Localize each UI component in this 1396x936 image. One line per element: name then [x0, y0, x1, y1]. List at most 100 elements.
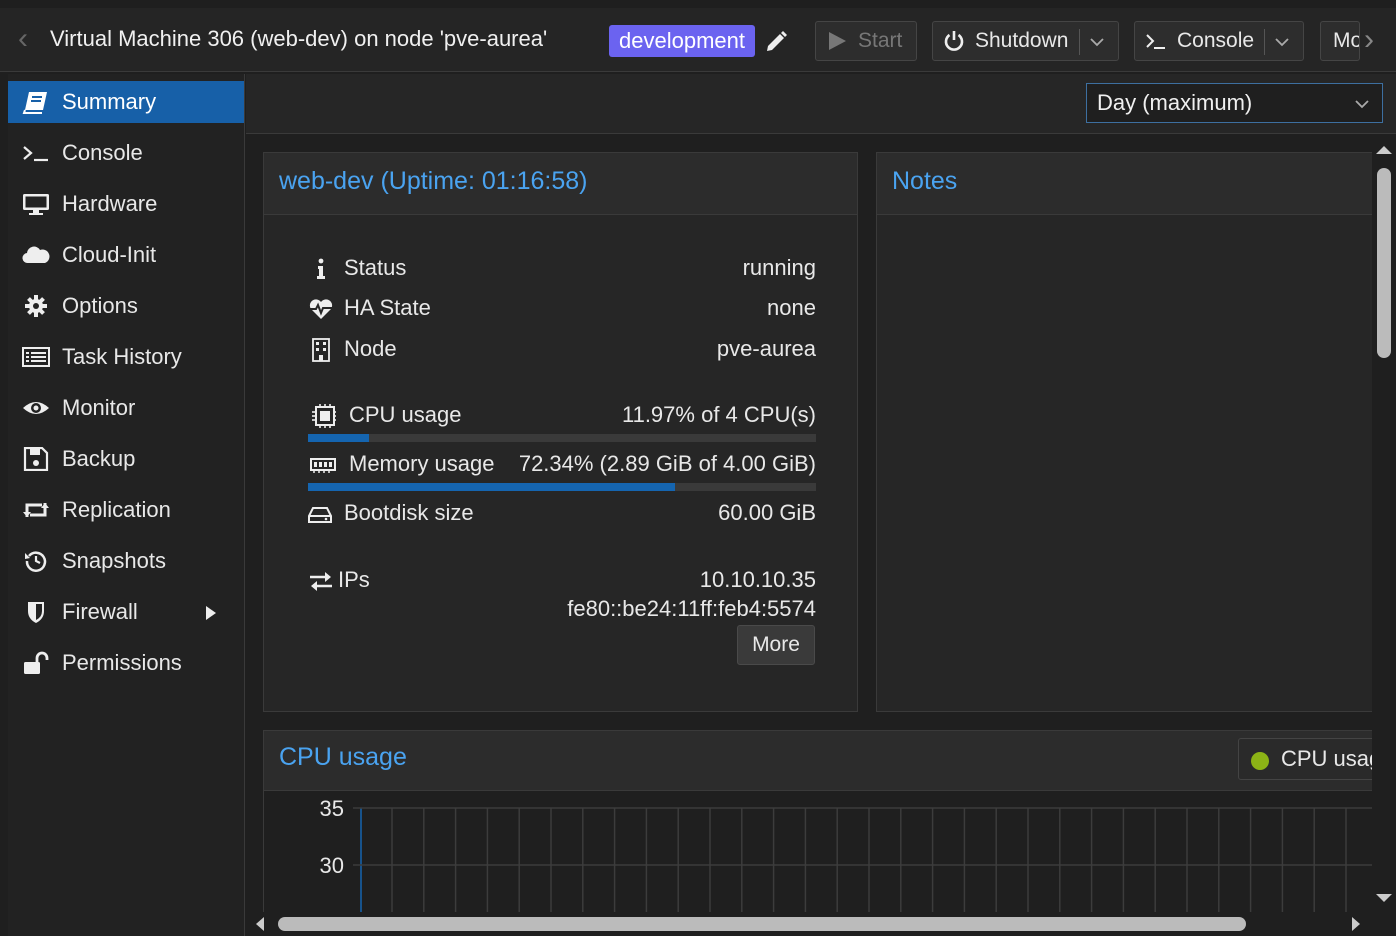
header-bar: ‹ Virtual Machine 306 (web-dev) on node … [0, 8, 1396, 72]
scroll-right-icon[interactable]: › [1364, 25, 1382, 56]
chevron-down-icon [1355, 100, 1369, 109]
sidebar-item-label: Permissions [62, 650, 182, 675]
status-label: Status [344, 255, 407, 280]
ha-state-value: none [767, 295, 816, 320]
play-icon [829, 32, 846, 50]
timeframe-value: Day (maximum) [1097, 90, 1253, 115]
sidebar-item-firewall[interactable]: Firewall [8, 591, 244, 633]
sidebar-item-label: Console [62, 140, 143, 165]
horizontal-scroll-thumb[interactable] [278, 917, 1246, 931]
scroll-right-arrow-icon[interactable] [1346, 912, 1366, 936]
divider [1079, 29, 1080, 55]
sidebar-item-label: Cloud-Init [62, 242, 157, 267]
ips-label: IPs [338, 567, 370, 592]
sidebar-item-console[interactable]: Console [8, 132, 244, 174]
ips-row: IPs 10.10.10.35 [308, 565, 816, 597]
sidebar-item-snapshots[interactable]: Snapshots [8, 540, 244, 582]
heartbeat-icon [309, 299, 333, 319]
start-label: Start [858, 29, 903, 52]
expand-arrow-icon[interactable] [204, 605, 218, 621]
bootdisk-row: Bootdisk size 60.00 GiB [308, 498, 816, 530]
more-menu-button[interactable]: Mo [1320, 21, 1360, 61]
chevron-down-icon[interactable] [1089, 34, 1105, 50]
memory-value: 72.34% (2.89 GiB of 4.00 GiB) [518, 451, 816, 476]
list-icon [22, 347, 50, 367]
more-menu-label: Mo [1333, 29, 1360, 52]
status-panel-header: web-dev (Uptime: 01:16:58) [264, 153, 857, 215]
timeframe-select[interactable]: Day (maximum) [1086, 83, 1383, 123]
start-button[interactable]: Start [815, 21, 917, 61]
legend-toggle-cpu[interactable]: CPU usage [1238, 738, 1372, 780]
sidebar-item-hardware[interactable]: Hardware [8, 183, 244, 225]
sidebar-item-summary[interactable]: Summary [8, 81, 244, 123]
sidebar-item-backup[interactable]: Backup [8, 438, 244, 480]
legend-dot [1251, 752, 1269, 770]
page-title: Virtual Machine 306 (web-dev) on node 'p… [50, 26, 548, 51]
status-row: Status running [308, 253, 816, 285]
notes-panel-title[interactable]: Notes [892, 167, 957, 196]
y-tick-label: 30 [320, 853, 344, 878]
shield-icon [28, 602, 44, 623]
sidebar-item-options[interactable]: Options [8, 285, 244, 327]
shutdown-button[interactable]: Shutdown [932, 21, 1119, 61]
sidebar-item-label: Snapshots [62, 548, 166, 573]
console-button[interactable]: Console [1134, 21, 1304, 61]
memory-label: Memory usage [349, 451, 495, 476]
sidebar-item-replication[interactable]: Replication [8, 489, 244, 531]
cpu-chart-title: CPU usage [279, 743, 407, 771]
ipv6-row: fe80::be24:11ff:feb4:5574 [308, 594, 816, 626]
node-row: Node pve-aurea [308, 334, 816, 366]
cpu-label: CPU usage [349, 402, 462, 427]
exchange-icon [310, 572, 332, 591]
cpu-usage-bar [308, 434, 816, 442]
more-ips-button[interactable]: More [737, 625, 815, 665]
ha-state-row: HA State none [308, 293, 816, 325]
memory-icon [310, 458, 336, 473]
pencil-icon[interactable] [764, 30, 788, 54]
status-panel-title: web-dev (Uptime: 01:16:58) [279, 167, 588, 195]
cpu-row: CPU usage 11.97% of 4 CPU(s) [308, 400, 816, 432]
cpu-usage-fill [308, 434, 369, 442]
sidebar-item-permissions[interactable]: Permissions [8, 642, 244, 684]
divider [1264, 29, 1265, 55]
tag-badge[interactable]: development [609, 25, 755, 57]
chevron-down-icon[interactable] [1274, 34, 1290, 50]
legend-label: CPU usage [1281, 746, 1372, 771]
horizontal-scrollbar[interactable] [246, 912, 1372, 936]
ha-state-label: HA State [344, 295, 431, 320]
memory-usage-fill [308, 483, 676, 491]
sidebar-item-label: Replication [62, 497, 171, 522]
hdd-icon [308, 507, 332, 523]
floppy-icon [23, 447, 49, 471]
vertical-scrollbar[interactable] [1372, 142, 1396, 912]
status-value: running [742, 255, 816, 280]
cloud-icon [22, 246, 50, 264]
cpu-icon [312, 404, 336, 428]
terminal-icon [1146, 34, 1165, 49]
unlock-icon [24, 651, 49, 674]
sidebar-item-cloud-init[interactable]: Cloud-Init [8, 234, 244, 276]
sidebar-item-label: Monitor [62, 395, 136, 420]
sidebar: Summary Console Hardware Cloud-Init Opti… [8, 74, 245, 936]
sidebar-item-label: Hardware [62, 191, 158, 216]
history-icon [25, 551, 47, 572]
sidebar-item-monitor[interactable]: Monitor [8, 387, 244, 429]
scroll-down-arrow-icon[interactable] [1372, 890, 1396, 906]
cpu-chart-header: CPU usage CPU usage [264, 731, 1372, 791]
sidebar-item-label: Backup [62, 446, 136, 471]
node-label: Node [344, 336, 397, 361]
cpu-value: 11.97% of 4 CPU(s) [621, 402, 816, 427]
scroll-left-icon[interactable]: ‹ [18, 24, 38, 54]
eye-icon [23, 402, 49, 414]
ipv4-value: 10.10.10.35 [699, 567, 816, 592]
building-icon [312, 338, 330, 362]
memory-row: Memory usage 72.34% (2.89 GiB of 4.00 Gi… [308, 449, 816, 481]
bootdisk-value: 60.00 GiB [718, 500, 816, 525]
status-panel: web-dev (Uptime: 01:16:58) Status runnin… [263, 152, 858, 712]
sidebar-item-task-history[interactable]: Task History [8, 336, 244, 378]
scroll-up-arrow-icon[interactable] [1372, 142, 1396, 158]
cpu-chart-panel: CPU usage CPU usage 35 30 [263, 730, 1372, 912]
scroll-left-arrow-icon[interactable] [250, 912, 270, 936]
retweet-icon [23, 503, 49, 517]
vertical-scroll-thumb[interactable] [1377, 168, 1391, 358]
